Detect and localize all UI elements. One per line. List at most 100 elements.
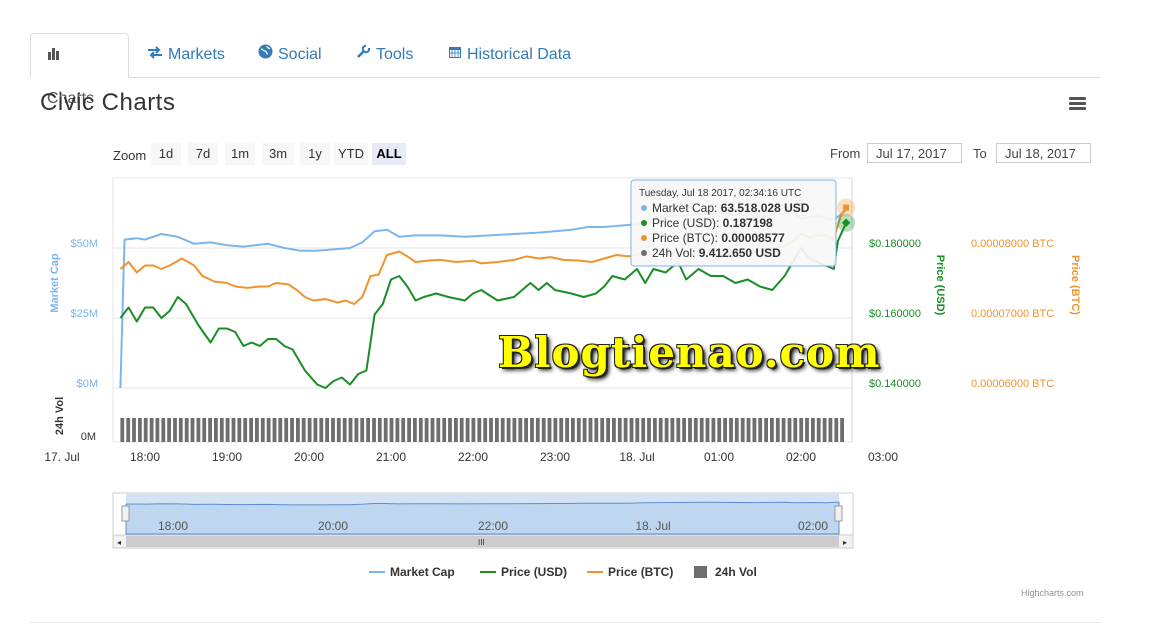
volume-bar — [313, 418, 318, 442]
volume-tick: 0M — [81, 431, 96, 443]
volume-bar — [770, 418, 774, 442]
volume-bar — [126, 418, 131, 442]
volume-bar — [764, 418, 768, 442]
volume-bar — [377, 418, 382, 442]
volume-bar — [383, 418, 388, 442]
volume-bar — [342, 418, 347, 442]
volume-bar — [161, 418, 166, 442]
tooltip-bullet — [641, 205, 647, 211]
volume-bar — [348, 418, 353, 442]
legend-item: Price (USD) — [480, 565, 567, 579]
volume-bar — [811, 418, 815, 442]
volume-bar — [167, 418, 171, 442]
volume-bar — [834, 418, 839, 442]
volume-bar — [647, 418, 651, 442]
volume-bar — [436, 418, 441, 442]
volume-bar — [366, 418, 370, 442]
volume-bar — [588, 418, 593, 442]
volume-bar — [641, 418, 646, 442]
volume-bar — [354, 418, 359, 442]
x-tick-label: 21:00 — [376, 450, 406, 464]
volume-bar — [336, 418, 341, 442]
credits-link[interactable]: Highcharts.com — [1021, 588, 1084, 598]
volume-bar — [454, 418, 458, 442]
volume-bar — [284, 418, 289, 442]
legend-label: 24h Vol — [715, 565, 757, 579]
volume-bar — [658, 418, 663, 442]
volume-bar — [553, 418, 558, 442]
volume-bars — [120, 418, 844, 442]
volume-bar — [676, 418, 681, 442]
price-usd-axis-title: Price (USD) — [934, 255, 946, 316]
navigator-tick-label: 18:00 — [158, 519, 188, 533]
scroll-left-icon: ◂ — [117, 538, 121, 547]
volume-bar — [571, 418, 575, 442]
volume-bar — [623, 418, 628, 442]
volume-bar — [805, 418, 809, 442]
volume-bar — [389, 418, 394, 442]
price-usd-tick: $0.160000 — [869, 308, 921, 320]
tooltip-row: Price (USD): 0.187198 — [652, 216, 773, 230]
price-btc-tick: 0.00006000 BTC — [971, 378, 1054, 390]
volume-bar — [178, 418, 183, 442]
tooltip-header: Tuesday, Jul 18 2017, 02:34:16 UTC — [639, 188, 801, 199]
volume-bar — [617, 418, 622, 442]
volume-bar — [746, 418, 751, 442]
volume-bar — [711, 418, 716, 442]
volume-bar — [793, 418, 798, 442]
navigator: 18:00 20:00 22:00 18. Jul 02:00 ◂ ▸ III — [112, 492, 854, 549]
volume-bar — [331, 418, 335, 442]
volume-bar — [465, 418, 470, 442]
scroll-right-icon: ▸ — [843, 538, 847, 547]
volume-bar — [828, 418, 833, 442]
volume-bar — [787, 418, 792, 442]
price-btc-tick: 0.00007000 BTC — [971, 308, 1054, 320]
market-cap-tick: $0M — [77, 378, 98, 390]
volume-bar — [822, 418, 827, 442]
volume-bar — [740, 418, 745, 442]
volume-bar — [190, 418, 195, 442]
tooltip: Tuesday, Jul 18 2017, 02:34:16 UTC Market… — [630, 179, 837, 267]
price-btc-tick: 0.00008000 BTC — [971, 238, 1054, 250]
legend-label: Price (USD) — [501, 565, 567, 579]
volume-bar — [471, 418, 476, 442]
volume-bar — [301, 418, 306, 442]
volume-bar — [840, 418, 844, 442]
volume-bar — [418, 418, 423, 442]
volume-bar — [495, 418, 499, 442]
navigator-tick-label: 18. Jul — [635, 519, 670, 533]
volume-bar — [184, 418, 189, 442]
price-btc-axis-title: Price (BTC) — [1069, 255, 1081, 315]
tooltip-row: Market Cap: 63.518.028 USD — [652, 201, 810, 215]
legend-label: Market Cap — [390, 565, 455, 579]
tooltip-row: 24h Vol: 9.412.650 USD — [652, 246, 781, 260]
volume-bar — [653, 418, 657, 442]
x-tick-label: 22:00 — [458, 450, 488, 464]
price-usd-tick: $0.140000 — [869, 378, 921, 390]
volume-axis-title: 24h Vol — [54, 397, 66, 435]
price-chart[interactable]: 17. Jul 18:00 19:00 20:00 21:00 22:00 23:00 18.… — [0, 0, 1150, 630]
volume-bar — [243, 418, 248, 442]
volume-bar — [758, 418, 763, 442]
volume-bar — [734, 418, 739, 442]
volume-bar — [319, 418, 324, 442]
volume-bar — [600, 418, 605, 442]
navigator-tick-label: 20:00 — [318, 519, 348, 533]
volume-bar — [477, 418, 482, 442]
tooltip-bullet — [641, 235, 647, 241]
market-cap-tick: $50M — [70, 238, 98, 250]
volume-bar — [442, 418, 447, 442]
volume-bar — [594, 418, 599, 442]
volume-bar — [260, 418, 265, 442]
tooltip-bullet — [641, 220, 647, 226]
volume-bar — [231, 418, 236, 442]
volume-bar — [693, 418, 698, 442]
x-tick-label: 01:00 — [704, 450, 734, 464]
x-tick-label: 17. Jul — [44, 450, 79, 464]
volume-bar — [775, 418, 780, 442]
x-tick-label: 23:00 — [540, 450, 570, 464]
legend-item: Market Cap — [369, 565, 455, 579]
volume-bar — [249, 418, 253, 442]
volume-bar — [506, 418, 511, 442]
volume-bar — [407, 418, 411, 442]
